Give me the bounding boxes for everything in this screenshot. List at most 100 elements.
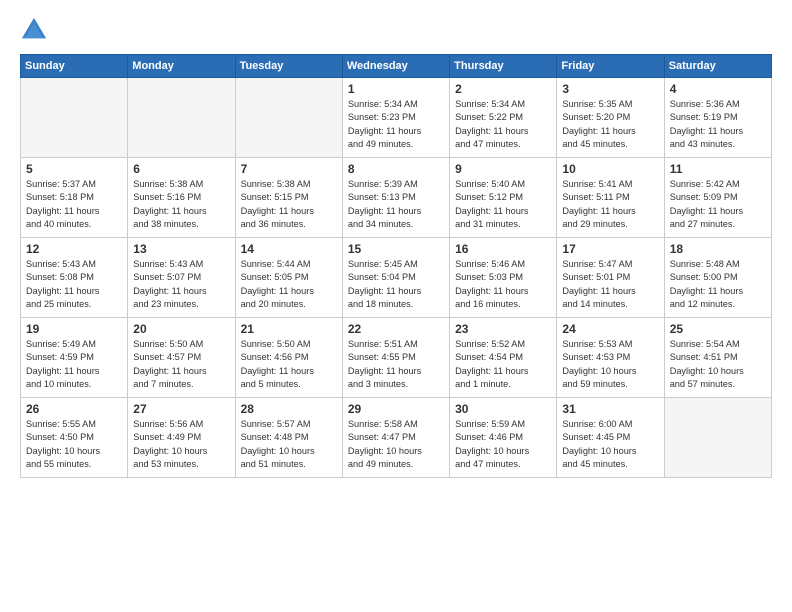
day-number: 11 — [670, 162, 766, 176]
calendar-cell: 15 Sunrise: 5:45 AMSunset: 5:04 PMDayligh… — [342, 238, 449, 318]
day-info: Sunrise: 5:49 AMSunset: 4:59 PMDaylight:… — [26, 338, 122, 391]
calendar-week-row: 5 Sunrise: 5:37 AMSunset: 5:18 PMDaylight… — [21, 158, 772, 238]
day-info: Sunrise: 5:43 AMSunset: 5:08 PMDaylight:… — [26, 258, 122, 311]
calendar-cell: 1 Sunrise: 5:34 AMSunset: 5:23 PMDaylight… — [342, 78, 449, 158]
day-info: Sunrise: 5:45 AMSunset: 5:04 PMDaylight:… — [348, 258, 444, 311]
calendar-week-row: 1 Sunrise: 5:34 AMSunset: 5:23 PMDaylight… — [21, 78, 772, 158]
day-info: Sunrise: 5:37 AMSunset: 5:18 PMDaylight:… — [26, 178, 122, 231]
day-info: Sunrise: 5:39 AMSunset: 5:13 PMDaylight:… — [348, 178, 444, 231]
calendar-cell: 28Sunrise: 5:57 AMSunset: 4:48 PMDayligh… — [235, 398, 342, 478]
day-number: 3 — [562, 82, 658, 96]
day-info: Sunrise: 5:54 AMSunset: 4:51 PMDaylight:… — [670, 338, 766, 391]
day-info: Sunrise: 5:40 AMSunset: 5:12 PMDaylight:… — [455, 178, 551, 231]
calendar-cell: 29 Sunrise: 5:58 AMSunset: 4:47 PMDayligh… — [342, 398, 449, 478]
weekday-header: Wednesday — [342, 55, 449, 78]
calendar-week-row: 19 Sunrise: 5:49 AMSunset: 4:59 PMDayligh… — [21, 318, 772, 398]
day-info: Sunrise: 5:59 AMSunset: 4:46 PMDaylight:… — [455, 418, 551, 471]
day-info: Sunrise: 5:38 AMSunset: 5:15 PMDaylight:… — [241, 178, 337, 231]
calendar-cell: 4 Sunrise: 5:36 AMSunset: 5:19 PMDaylight… — [664, 78, 771, 158]
header — [20, 16, 772, 44]
day-info: Sunrise: 5:36 AMSunset: 5:19 PMDaylight:… — [670, 98, 766, 151]
day-info: Sunrise: 5:48 AMSunset: 5:00 PMDaylight:… — [670, 258, 766, 311]
calendar-cell: 5 Sunrise: 5:37 AMSunset: 5:18 PMDaylight… — [21, 158, 128, 238]
calendar-cell: 12Sunrise: 5:43 AMSunset: 5:08 PMDayligh… — [21, 238, 128, 318]
day-number: 26 — [26, 402, 122, 416]
day-number: 25 — [670, 322, 766, 336]
day-number: 5 — [26, 162, 122, 176]
logo — [20, 16, 52, 44]
weekday-header: Saturday — [664, 55, 771, 78]
day-info: Sunrise: 5:42 AMSunset: 5:09 PMDaylight:… — [670, 178, 766, 231]
weekday-header: Sunday — [21, 55, 128, 78]
day-number: 29 — [348, 402, 444, 416]
day-number: 7 — [241, 162, 337, 176]
day-number: 2 — [455, 82, 551, 96]
day-info: Sunrise: 5:41 AMSunset: 5:11 PMDaylight:… — [562, 178, 658, 231]
day-number: 31 — [562, 402, 658, 416]
day-number: 24 — [562, 322, 658, 336]
calendar-week-row: 26 Sunrise: 5:55 AMSunset: 4:50 PMDayligh… — [21, 398, 772, 478]
calendar-cell: 23Sunrise: 5:52 AMSunset: 4:54 PMDayligh… — [450, 318, 557, 398]
day-number: 27 — [133, 402, 229, 416]
day-info: Sunrise: 5:50 AMSunset: 4:57 PMDaylight:… — [133, 338, 229, 391]
day-info: Sunrise: 5:58 AMSunset: 4:47 PMDaylight:… — [348, 418, 444, 471]
calendar-cell: 11 Sunrise: 5:42 AMSunset: 5:09 PMDayligh… — [664, 158, 771, 238]
day-number: 10 — [562, 162, 658, 176]
calendar-cell: 31 Sunrise: 6:00 AMSunset: 4:45 PMDayligh… — [557, 398, 664, 478]
weekday-header-row: SundayMondayTuesdayWednesdayThursdayFrid… — [21, 55, 772, 78]
calendar-cell: 27 Sunrise: 5:56 AMSunset: 4:49 PMDayligh… — [128, 398, 235, 478]
day-number: 16 — [455, 242, 551, 256]
calendar-cell: 17Sunrise: 5:47 AMSunset: 5:01 PMDayligh… — [557, 238, 664, 318]
calendar-week-row: 12Sunrise: 5:43 AMSunset: 5:08 PMDayligh… — [21, 238, 772, 318]
calendar-cell: 24 Sunrise: 5:53 AMSunset: 4:53 PMDayligh… — [557, 318, 664, 398]
weekday-header: Thursday — [450, 55, 557, 78]
day-info: Sunrise: 5:34 AMSunset: 5:23 PMDaylight:… — [348, 98, 444, 151]
calendar-cell: 21 Sunrise: 5:50 AMSunset: 4:56 PMDayligh… — [235, 318, 342, 398]
day-number: 19 — [26, 322, 122, 336]
day-info: Sunrise: 5:57 AMSunset: 4:48 PMDaylight:… — [241, 418, 337, 471]
calendar-cell: 10 Sunrise: 5:41 AMSunset: 5:11 PMDayligh… — [557, 158, 664, 238]
day-number: 14 — [241, 242, 337, 256]
day-number: 6 — [133, 162, 229, 176]
day-info: Sunrise: 6:00 AMSunset: 4:45 PMDaylight:… — [562, 418, 658, 471]
day-info: Sunrise: 5:35 AMSunset: 5:20 PMDaylight:… — [562, 98, 658, 151]
day-number: 13 — [133, 242, 229, 256]
calendar-cell: 2 Sunrise: 5:34 AMSunset: 5:22 PMDaylight… — [450, 78, 557, 158]
day-number: 21 — [241, 322, 337, 336]
calendar-cell: 30 Sunrise: 5:59 AMSunset: 4:46 PMDayligh… — [450, 398, 557, 478]
day-number: 1 — [348, 82, 444, 96]
calendar-cell: 22Sunrise: 5:51 AMSunset: 4:55 PMDayligh… — [342, 318, 449, 398]
day-number: 15 — [348, 242, 444, 256]
day-info: Sunrise: 5:55 AMSunset: 4:50 PMDaylight:… — [26, 418, 122, 471]
calendar-cell: 14 Sunrise: 5:44 AMSunset: 5:05 PMDayligh… — [235, 238, 342, 318]
calendar-cell: 8Sunrise: 5:39 AMSunset: 5:13 PMDaylight… — [342, 158, 449, 238]
calendar-cell: 25 Sunrise: 5:54 AMSunset: 4:51 PMDayligh… — [664, 318, 771, 398]
day-info: Sunrise: 5:56 AMSunset: 4:49 PMDaylight:… — [133, 418, 229, 471]
calendar-cell — [664, 398, 771, 478]
calendar-cell: 16 Sunrise: 5:46 AMSunset: 5:03 PMDayligh… — [450, 238, 557, 318]
day-number: 20 — [133, 322, 229, 336]
calendar-cell: 7 Sunrise: 5:38 AMSunset: 5:15 PMDaylight… — [235, 158, 342, 238]
day-info: Sunrise: 5:51 AMSunset: 4:55 PMDaylight:… — [348, 338, 444, 391]
calendar-cell: 19 Sunrise: 5:49 AMSunset: 4:59 PMDayligh… — [21, 318, 128, 398]
logo-icon — [20, 16, 48, 44]
calendar-cell: 20 Sunrise: 5:50 AMSunset: 4:57 PMDayligh… — [128, 318, 235, 398]
day-info: Sunrise: 5:44 AMSunset: 5:05 PMDaylight:… — [241, 258, 337, 311]
day-number: 9 — [455, 162, 551, 176]
calendar-cell — [21, 78, 128, 158]
day-info: Sunrise: 5:34 AMSunset: 5:22 PMDaylight:… — [455, 98, 551, 151]
day-info: Sunrise: 5:46 AMSunset: 5:03 PMDaylight:… — [455, 258, 551, 311]
calendar-cell: 13 Sunrise: 5:43 AMSunset: 5:07 PMDayligh… — [128, 238, 235, 318]
day-info: Sunrise: 5:47 AMSunset: 5:01 PMDaylight:… — [562, 258, 658, 311]
day-number: 30 — [455, 402, 551, 416]
day-info: Sunrise: 5:50 AMSunset: 4:56 PMDaylight:… — [241, 338, 337, 391]
day-info: Sunrise: 5:43 AMSunset: 5:07 PMDaylight:… — [133, 258, 229, 311]
calendar-cell: 9 Sunrise: 5:40 AMSunset: 5:12 PMDaylight… — [450, 158, 557, 238]
weekday-header: Friday — [557, 55, 664, 78]
day-number: 4 — [670, 82, 766, 96]
calendar: SundayMondayTuesdayWednesdayThursdayFrid… — [20, 54, 772, 478]
calendar-cell — [235, 78, 342, 158]
calendar-cell: 18Sunrise: 5:48 AMSunset: 5:00 PMDayligh… — [664, 238, 771, 318]
weekday-header: Tuesday — [235, 55, 342, 78]
day-info: Sunrise: 5:53 AMSunset: 4:53 PMDaylight:… — [562, 338, 658, 391]
